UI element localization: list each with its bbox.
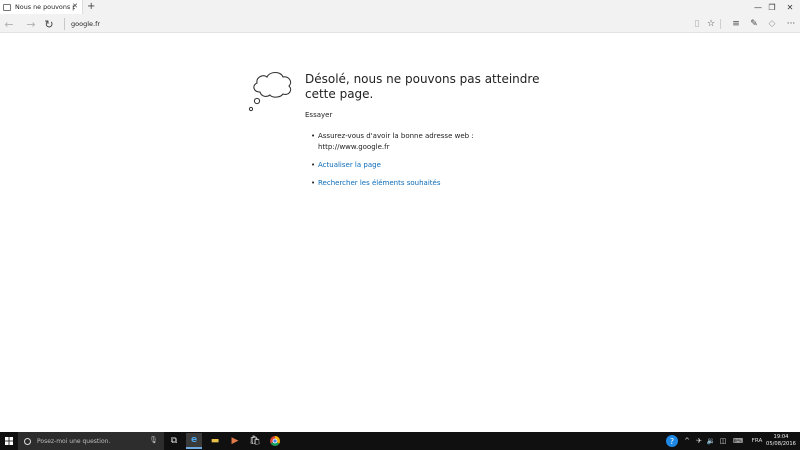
chrome-icon[interactable] — [267, 433, 283, 449]
browser-tab[interactable]: Nous ne pouvons pas at ✕ — [0, 0, 83, 14]
list-item: Rechercher les éléments souhaités — [311, 178, 511, 189]
close-tab-icon[interactable]: ✕ — [72, 2, 78, 10]
task-view-icon[interactable]: ⧉ — [166, 433, 182, 449]
refresh-icon[interactable]: ↻ — [42, 17, 56, 31]
title-bar: Nous ne pouvons pas at ✕ + — ❐ ✕ — [0, 0, 800, 14]
help-icon[interactable]: ? — [665, 432, 679, 450]
edge-icon[interactable]: e — [186, 433, 202, 449]
volume-icon[interactable]: 🔉 — [706, 432, 716, 450]
error-subtitle: Essayer — [305, 111, 333, 119]
language-indicator[interactable]: FRA — [749, 432, 765, 450]
hub-icon[interactable]: ≡ — [729, 17, 743, 31]
clock-date: 05/08/2016 — [766, 441, 796, 447]
cortana-search-box[interactable]: Posez-moi une question. 🎙 — [18, 432, 164, 450]
keyboard-icon[interactable]: ⌨ — [732, 432, 744, 450]
address-bar[interactable]: google.fr — [64, 17, 674, 31]
search-placeholder: Posez-moi une question. — [37, 437, 111, 445]
tray-app-icon[interactable]: ◫ — [718, 432, 728, 450]
refresh-page-link[interactable]: Actualiser la page — [318, 161, 381, 169]
error-title: Désolé, nous ne pouvons pas atteindre ce… — [305, 72, 540, 101]
tab-title: Nous ne pouvons pas at — [15, 3, 75, 11]
share-icon[interactable]: ◇ — [765, 17, 779, 31]
microphone-icon[interactable]: 🎙 — [149, 436, 158, 444]
list-item: Actualiser la page — [311, 160, 511, 171]
reading-view-icon[interactable]: ▯ — [690, 17, 704, 31]
cortana-icon — [24, 437, 31, 445]
network-icon[interactable]: ✈ — [694, 432, 704, 450]
store-icon[interactable]: 🛍 — [247, 433, 263, 449]
media-app-icon[interactable]: ▶ — [227, 433, 243, 449]
chrome-logo-icon — [270, 436, 280, 446]
back-icon[interactable]: ← — [2, 17, 16, 31]
show-hidden-icons-icon[interactable]: ^ — [682, 432, 692, 450]
browser-toolbar: ← → ↻ google.fr ▯ ☆ ≡ ✎ ◇ ··· — [0, 14, 800, 33]
list-item: Assurez-vous d'avoir la bonne adresse we… — [311, 131, 511, 153]
start-button[interactable] — [0, 432, 18, 450]
page-icon — [3, 3, 11, 11]
favorite-star-icon[interactable]: ☆ — [704, 17, 718, 31]
clock-time: 19:04 — [773, 434, 789, 440]
maximize-icon[interactable]: ❐ — [762, 0, 782, 14]
thought-cloud-icon — [248, 71, 292, 112]
suggestion-text: Assurez-vous d'avoir la bonne adresse we… — [318, 132, 474, 140]
search-link[interactable]: Rechercher les éléments souhaités — [318, 179, 440, 187]
web-note-icon[interactable]: ✎ — [747, 17, 761, 31]
more-icon[interactable]: ··· — [784, 17, 798, 31]
suggestion-url: http://www.google.fr — [318, 143, 390, 151]
address-text[interactable]: google.fr — [71, 20, 100, 28]
windows-logo-icon — [5, 437, 13, 445]
close-window-icon[interactable]: ✕ — [780, 0, 800, 14]
toolbar-divider — [720, 19, 721, 29]
file-explorer-icon[interactable]: ▬ — [207, 433, 223, 449]
forward-icon[interactable]: → — [24, 17, 38, 31]
taskbar: Posez-moi une question. 🎙 ⧉ e ▬ ▶ 🛍 ? ^ … — [0, 432, 800, 450]
clock[interactable]: 19:04 05/08/2016 — [766, 434, 796, 448]
suggestion-list: Assurez-vous d'avoir la bonne adresse we… — [311, 131, 511, 189]
new-tab-icon[interactable]: + — [87, 0, 95, 14]
address-divider — [64, 18, 65, 30]
